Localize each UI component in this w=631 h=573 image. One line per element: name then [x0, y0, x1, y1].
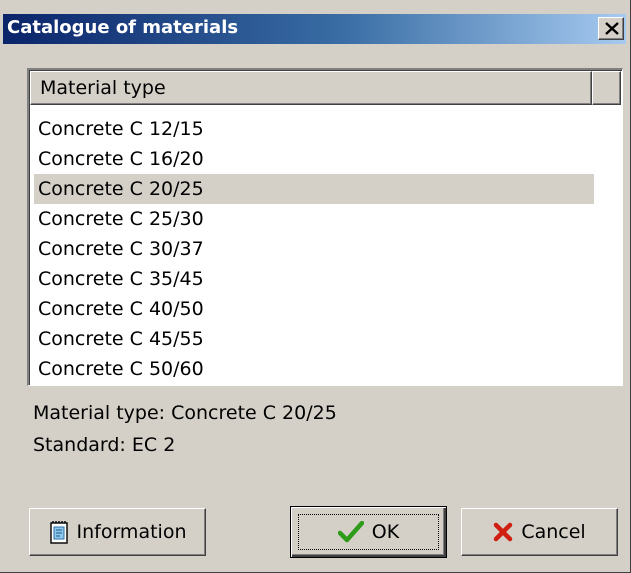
notepad-icon [49, 520, 69, 544]
close-button[interactable] [598, 17, 624, 40]
list-item[interactable]: Concrete C 20/25 [34, 174, 594, 204]
list-item[interactable]: Concrete C 40/50 [34, 294, 594, 324]
list-item[interactable]: Concrete C 12/15 [34, 114, 594, 144]
list-item[interactable]: Concrete C 16/20 [34, 144, 594, 174]
column-header-filler [592, 71, 621, 105]
list-item[interactable]: Concrete C 30/37 [34, 234, 594, 264]
list-item[interactable]: Concrete C 25/30 [34, 204, 594, 234]
standard-info: Standard: EC 2 [33, 434, 176, 456]
list-item[interactable]: Concrete C 45/55 [34, 324, 594, 354]
list-item[interactable]: Concrete C 50/60 [34, 354, 594, 384]
catalogue-dialog: Catalogue of materials Material type Con… [0, 0, 631, 573]
information-button[interactable]: Information [29, 508, 206, 556]
list-header: Material type [30, 71, 621, 105]
focus-rect [298, 514, 439, 550]
list-item[interactable]: Concrete C 35/45 [34, 264, 594, 294]
cancel-button[interactable]: Cancel [461, 508, 618, 556]
list-rows: Concrete C 12/15 Concrete C 16/20 Concrete… [34, 114, 594, 384]
window-title: Catalogue of materials [7, 17, 239, 38]
material-type-info: Material type: Concrete C 20/25 [33, 402, 337, 424]
material-list[interactable]: Material type Concrete C 12/15 Concrete C… [27, 68, 623, 386]
column-header-material-type[interactable]: Material type [30, 71, 592, 105]
title-bar[interactable]: Catalogue of materials [3, 14, 626, 44]
x-icon [493, 522, 513, 542]
information-label: Information [76, 521, 187, 543]
ok-button[interactable]: OK [290, 506, 447, 558]
cancel-label: Cancel [521, 521, 586, 543]
